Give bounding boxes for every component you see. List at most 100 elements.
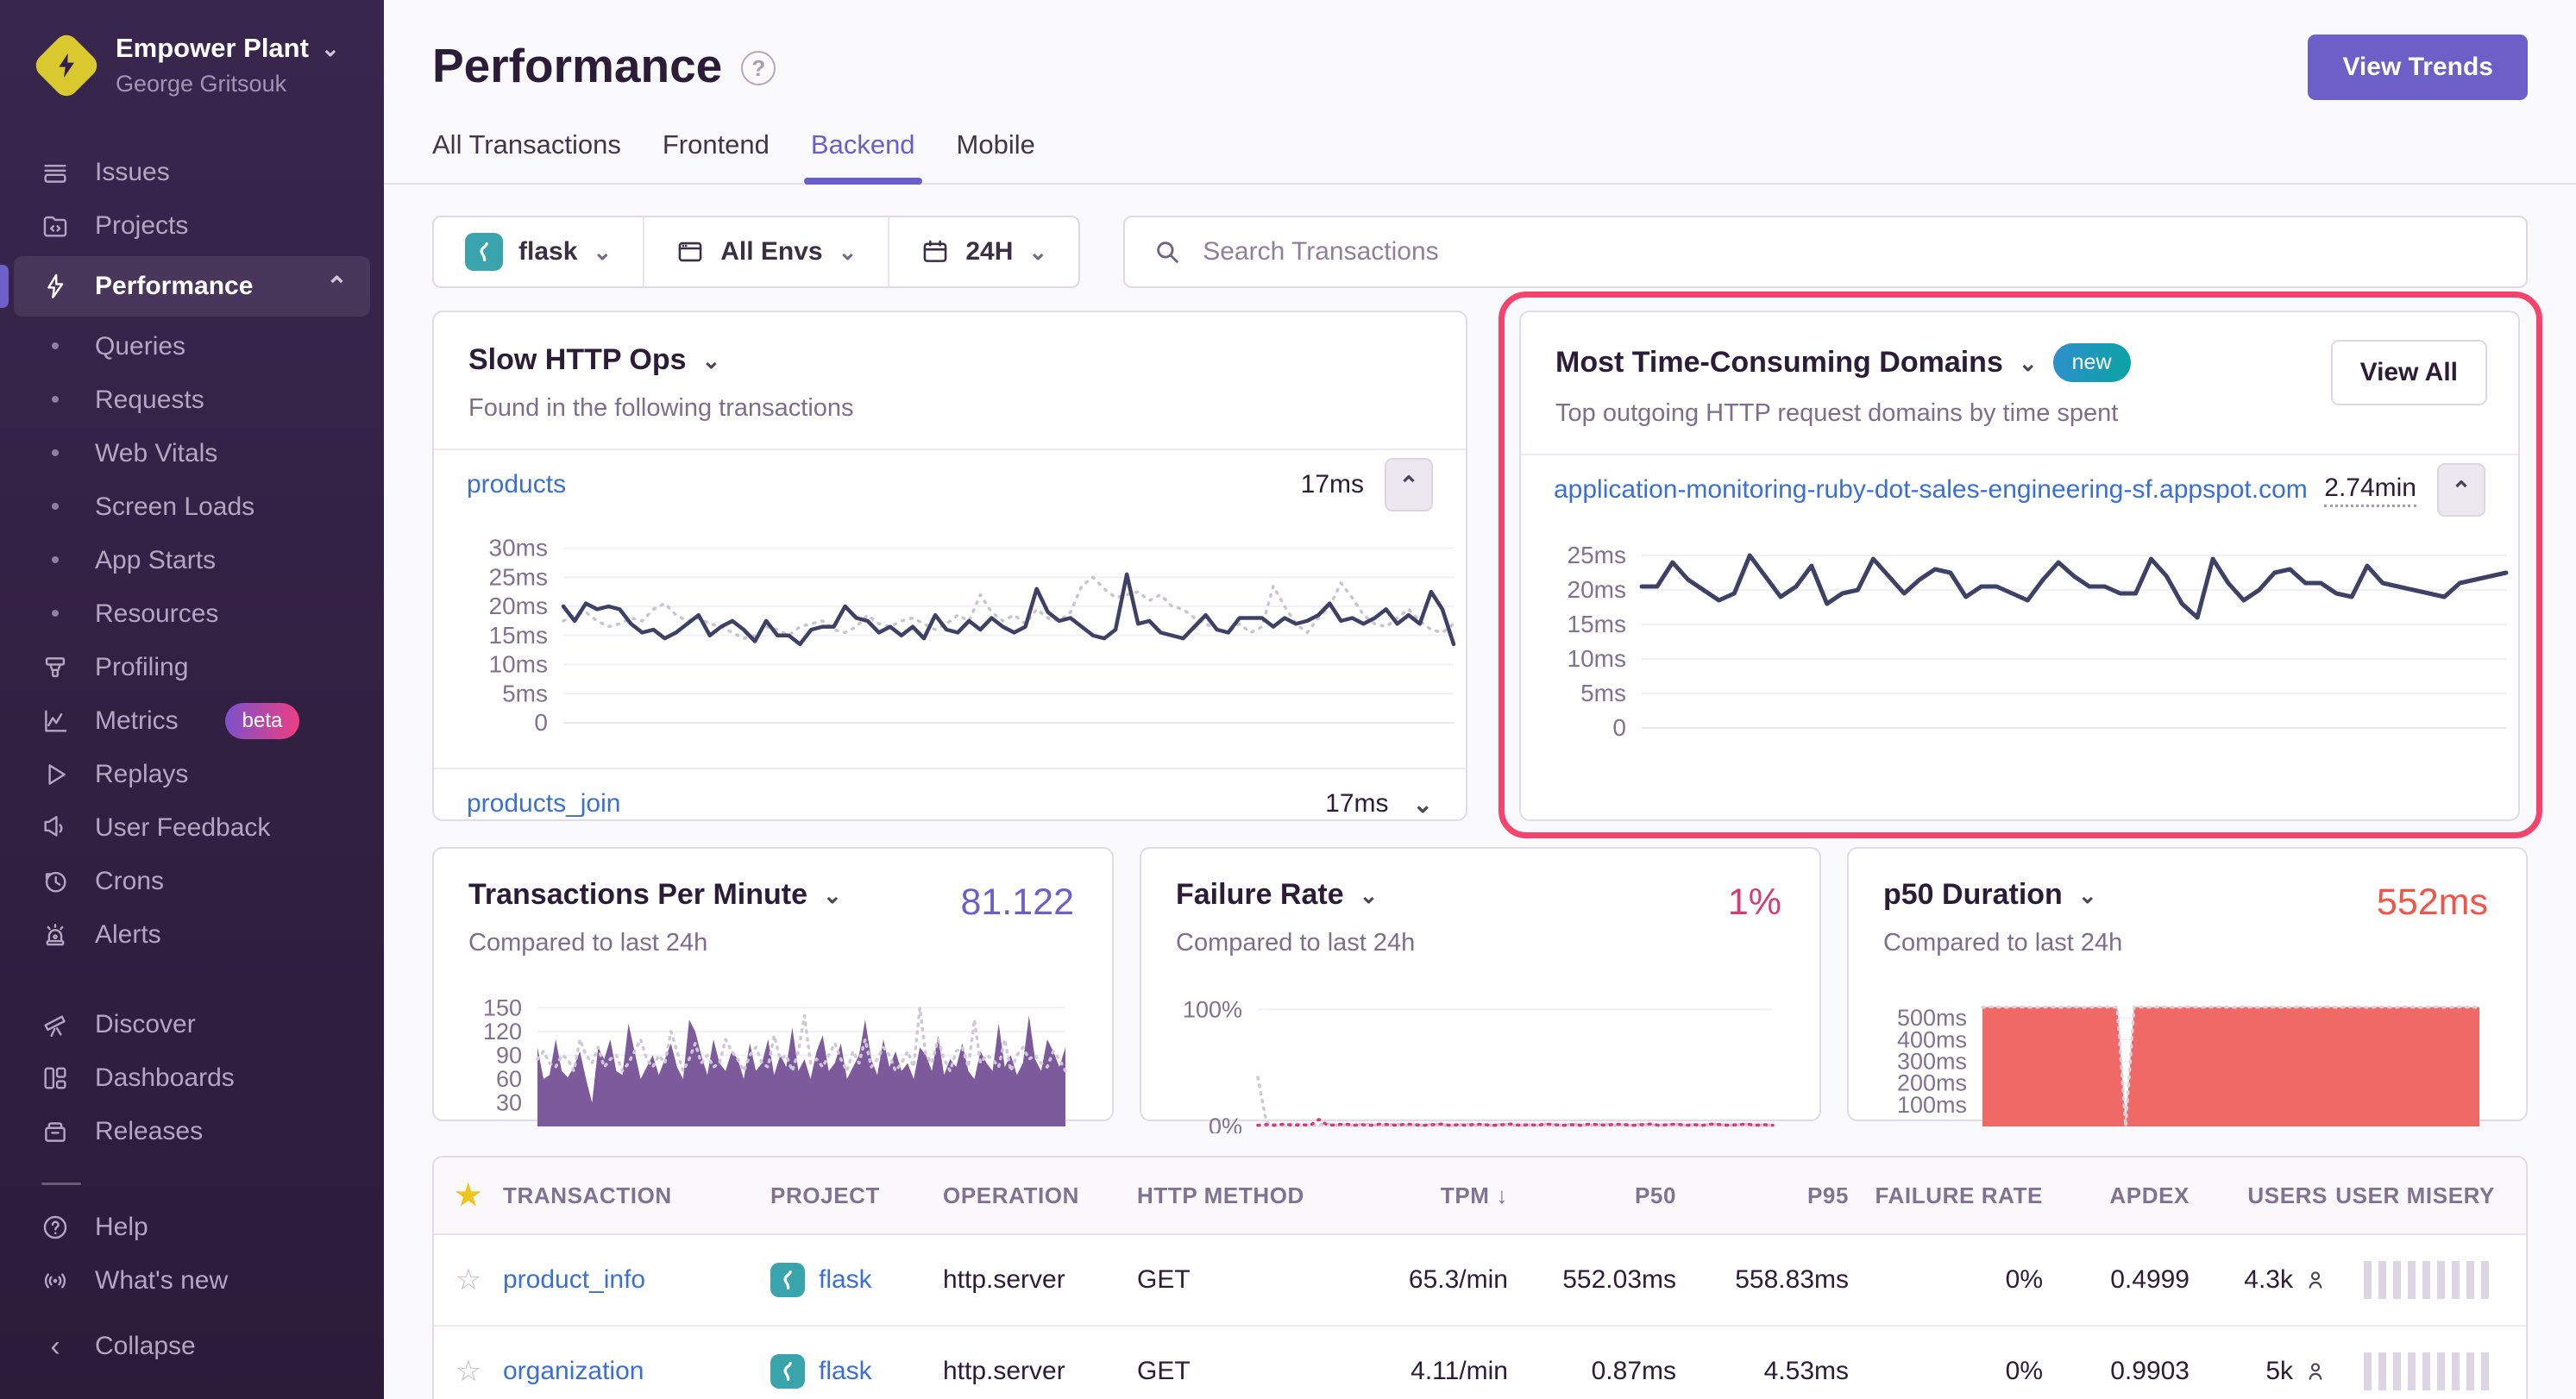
col-users[interactable]: USERS <box>2190 1157 2328 1234</box>
sidebar-item-dashboards[interactable]: Dashboards <box>0 1051 384 1105</box>
chevron-down-icon: ⌄ <box>593 241 612 263</box>
col-apdex[interactable]: APDEX <box>2043 1157 2190 1234</box>
tab-backend[interactable]: Backend <box>811 129 915 183</box>
chevron-up-icon: ⌃ <box>326 272 348 302</box>
metric-title: Failure Rate <box>1176 878 1344 912</box>
sidebar-item-performance[interactable]: Performance ⌃ <box>14 256 370 317</box>
svg-text:25ms: 25ms <box>1568 542 1626 568</box>
metric-title: p50 Duration <box>1883 878 2063 912</box>
user-icon <box>2303 1358 2328 1384</box>
sidebar-item-metrics[interactable]: Metrics beta <box>0 694 384 748</box>
chevron-down-icon[interactable]: ⌄ <box>823 884 842 907</box>
col-transaction[interactable]: TRANSACTION <box>503 1157 770 1234</box>
p50-cell: 552.03ms <box>1508 1234 1676 1326</box>
sidebar-item-screen-loads[interactable]: • Screen Loads <box>0 480 384 534</box>
sort-arrow-icon: ↓ <box>1496 1183 1508 1208</box>
sidebar-item-help[interactable]: Help <box>0 1201 384 1254</box>
project-filter[interactable]: flask ⌄ <box>434 217 643 286</box>
org-switcher[interactable]: Empower Plant ⌄ George Gritsouk <box>0 33 384 97</box>
transaction-link[interactable]: products <box>467 470 566 499</box>
transaction-link[interactable]: product_info <box>503 1265 645 1294</box>
sidebar-item-alerts[interactable]: Alerts <box>0 908 384 962</box>
tpm-cell: 65.3/min <box>1340 1234 1508 1326</box>
sidebar-item-discover[interactable]: Discover <box>0 998 384 1051</box>
chevron-down-icon[interactable]: ⌄ <box>1360 884 1379 907</box>
replays-play-icon <box>40 759 71 790</box>
sidebar-item-projects[interactable]: Projects <box>0 199 384 253</box>
page-title: Performance <box>432 38 722 93</box>
duration-value: 17ms <box>1301 470 1364 499</box>
main-content: Performance ? View Trends All Transactio… <box>384 0 2576 1399</box>
chevron-down-icon[interactable]: ⌄ <box>2078 884 2097 907</box>
domain-link[interactable]: application-monitoring-ruby-dot-sales-en… <box>1554 475 2308 505</box>
search-box <box>1123 216 2528 288</box>
collapse-row-button[interactable]: ⌃ <box>1385 458 1433 511</box>
view-all-button[interactable]: View All <box>2331 340 2487 405</box>
metric-subtitle: Compared to last 24h <box>1883 929 2491 957</box>
tab-all-transactions[interactable]: All Transactions <box>432 129 621 183</box>
expand-row-button[interactable]: ⌄ <box>1413 790 1433 819</box>
time-range-filter[interactable]: 24H ⌄ <box>888 217 1078 286</box>
sidebar-item-crons[interactable]: Crons <box>0 855 384 908</box>
svg-text:10ms: 10ms <box>489 651 548 678</box>
col-http-method[interactable]: HTTP METHOD <box>1137 1157 1340 1234</box>
sidebar-item-profiling[interactable]: Profiling <box>0 641 384 694</box>
svg-text:20ms: 20ms <box>489 593 548 619</box>
profiling-icon <box>40 652 71 683</box>
transaction-link[interactable]: organization <box>503 1357 644 1385</box>
help-circle-icon[interactable]: ? <box>741 51 776 85</box>
star-outline-icon[interactable]: ☆ <box>434 1326 503 1399</box>
svg-text:120: 120 <box>483 1019 522 1045</box>
sidebar-collapse-button[interactable]: ‹ Collapse <box>0 1320 384 1373</box>
filter-bar: flask ⌄ All Envs ⌄ 24H ⌄ <box>432 216 2528 288</box>
environment-filter[interactable]: All Envs ⌄ <box>643 217 888 286</box>
table-header-row: ★ TRANSACTION PROJECT OPERATION HTTP MET… <box>434 1157 2528 1234</box>
sidebar-item-user-feedback[interactable]: User Feedback <box>0 801 384 855</box>
svg-text:15ms: 15ms <box>1568 611 1626 637</box>
svg-text:5ms: 5ms <box>502 680 548 706</box>
col-operation[interactable]: OPERATION <box>943 1157 1137 1234</box>
project-link[interactable]: flask <box>819 1357 872 1386</box>
sidebar-item-app-starts[interactable]: • App Starts <box>0 534 384 587</box>
project-link[interactable]: flask <box>819 1265 872 1295</box>
sidebar-item-queries[interactable]: • Queries <box>0 320 384 373</box>
tab-frontend[interactable]: Frontend <box>663 129 770 183</box>
svg-text:0%: 0% <box>1209 1114 1242 1133</box>
view-trends-button[interactable]: View Trends <box>2308 35 2528 100</box>
col-project[interactable]: PROJECT <box>770 1157 943 1234</box>
help-icon <box>40 1212 71 1243</box>
sidebar-item-releases[interactable]: Releases <box>0 1105 384 1158</box>
star-icon[interactable]: ★ <box>434 1157 503 1234</box>
users-count: 4.3k <box>2244 1265 2293 1295</box>
svg-text:10ms: 10ms <box>1568 645 1626 672</box>
svg-text:60: 60 <box>496 1066 522 1092</box>
tab-mobile[interactable]: Mobile <box>957 129 1035 183</box>
sidebar-item-requests[interactable]: • Requests <box>0 373 384 427</box>
col-user-misery[interactable]: USER MISERY <box>2328 1157 2528 1234</box>
projects-icon <box>40 210 71 242</box>
search-input[interactable] <box>1203 237 2498 267</box>
chevron-down-icon[interactable]: ⌄ <box>702 349 721 372</box>
col-p50[interactable]: P50 <box>1508 1157 1676 1234</box>
star-outline-icon[interactable]: ☆ <box>434 1234 503 1326</box>
flask-project-icon <box>770 1263 805 1297</box>
metrics-icon <box>40 706 71 737</box>
transaction-link[interactable]: products_join <box>467 789 620 819</box>
col-p95[interactable]: P95 <box>1676 1157 1849 1234</box>
sidebar-item-issues[interactable]: Issues <box>0 146 384 199</box>
svg-text:5ms: 5ms <box>1580 680 1626 706</box>
tpm-cell: 4.11/min <box>1340 1326 1508 1399</box>
col-tpm[interactable]: TPM ↓ <box>1340 1157 1508 1234</box>
beta-badge: beta <box>225 703 300 739</box>
chevron-down-icon[interactable]: ⌄ <box>2019 352 2038 374</box>
tpm-chart: 150120906030 <box>468 980 1078 1133</box>
sidebar-item-resources[interactable]: • Resources <box>0 587 384 641</box>
apdex-cell: 0.9903 <box>2043 1326 2190 1399</box>
sidebar-item-web-vitals[interactable]: • Web Vitals <box>0 427 384 480</box>
domain-row: application-monitoring-ruby-dot-sales-en… <box>1521 455 2518 524</box>
sidebar-item-whats-new[interactable]: What's new <box>0 1254 384 1308</box>
sidebar-item-replays[interactable]: Replays <box>0 748 384 801</box>
metric-value: 81.122 <box>960 881 1074 924</box>
col-failure-rate[interactable]: FAILURE RATE <box>1849 1157 2043 1234</box>
collapse-row-button[interactable]: ⌃ <box>2437 463 2485 517</box>
